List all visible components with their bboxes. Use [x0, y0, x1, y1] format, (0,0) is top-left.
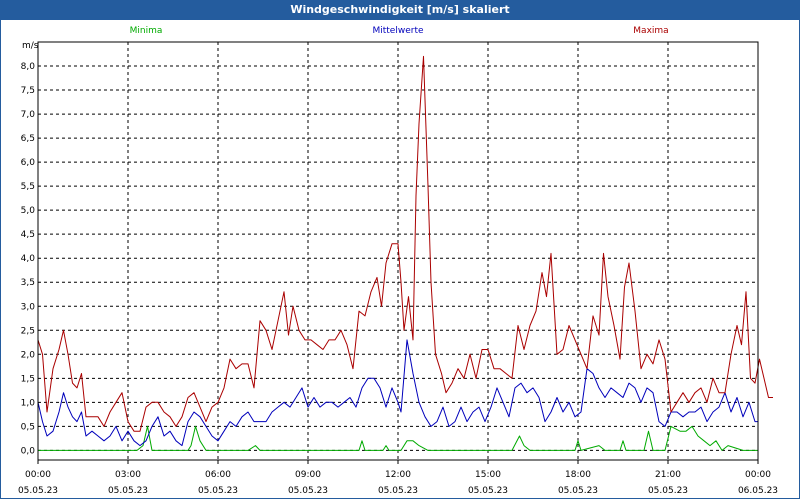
x-tick-time: 00:00 [745, 470, 771, 480]
x-tick-date: 05.05.23 [648, 486, 688, 496]
y-tick-label: 8,0 [21, 62, 36, 72]
y-tick-label: 1,5 [21, 374, 35, 384]
y-tick-label: 6,0 [21, 158, 36, 168]
y-tick-label: 6,5 [21, 134, 35, 144]
x-tick-time: 00:00 [25, 470, 51, 480]
legend-minima: Minima [130, 26, 163, 36]
x-tick-date: 05.05.23 [378, 486, 418, 496]
x-tick-date: 05.05.23 [288, 486, 328, 496]
y-tick-label: 0,5 [21, 422, 35, 432]
x-axis: 00:00 05.05.23 03:00 05.05.23 06:00 05.05.23 0… [18, 460, 778, 496]
x-tick-date: 05.05.23 [558, 486, 598, 496]
y-tick-label: 5,0 [21, 206, 36, 216]
x-tick-time: 09:00 [295, 470, 321, 480]
x-tick-time: 21:00 [655, 470, 681, 480]
x-tick-time: 18:00 [565, 470, 591, 480]
y-tick-label: 3,0 [21, 302, 36, 312]
y-tick-label: 4,0 [21, 254, 36, 264]
y-axis-label: m/s [22, 41, 39, 51]
y-tick-label: 7,0 [21, 110, 36, 120]
wind-speed-chart: 0,0 0,5 1,0 1,5 2,0 2,5 3,0 3,5 4,0 4,5 5,0 5,5 6,0 6… [18, 26, 778, 496]
y-tick-label: 4,5 [21, 230, 35, 240]
x-tick-time: 15:00 [475, 470, 501, 480]
y-tick-label: 5,5 [21, 182, 35, 192]
legend-maxima: Maxima [633, 26, 668, 36]
x-tick-time: 06:00 [205, 470, 231, 480]
y-tick-label: 3,5 [21, 278, 35, 288]
legend: Minima Mittelwerte Maxima [130, 26, 669, 36]
y-tick-label: 2,5 [21, 326, 35, 336]
y-axis: 0,0 0,5 1,0 1,5 2,0 2,5 3,0 3,5 4,0 4,5 5,0 5,5 6,0 6… [21, 62, 36, 456]
y-tick-label: 1,0 [21, 398, 36, 408]
legend-mittelwerte: Mittelwerte [372, 26, 423, 36]
y-tick-label: 7,5 [21, 86, 35, 96]
x-tick-time: 12:00 [385, 470, 411, 480]
x-tick-date: 05.05.23 [18, 486, 58, 496]
x-tick-date: 05.05.23 [468, 486, 508, 496]
x-tick-date: 05.05.23 [198, 486, 238, 496]
y-tick-label: 2,0 [21, 350, 36, 360]
x-tick-date: 06.05.23 [738, 486, 778, 496]
y-tick-label: 0,0 [21, 446, 36, 456]
x-tick-time: 03:00 [115, 470, 141, 480]
x-tick-date: 05.05.23 [108, 486, 148, 496]
